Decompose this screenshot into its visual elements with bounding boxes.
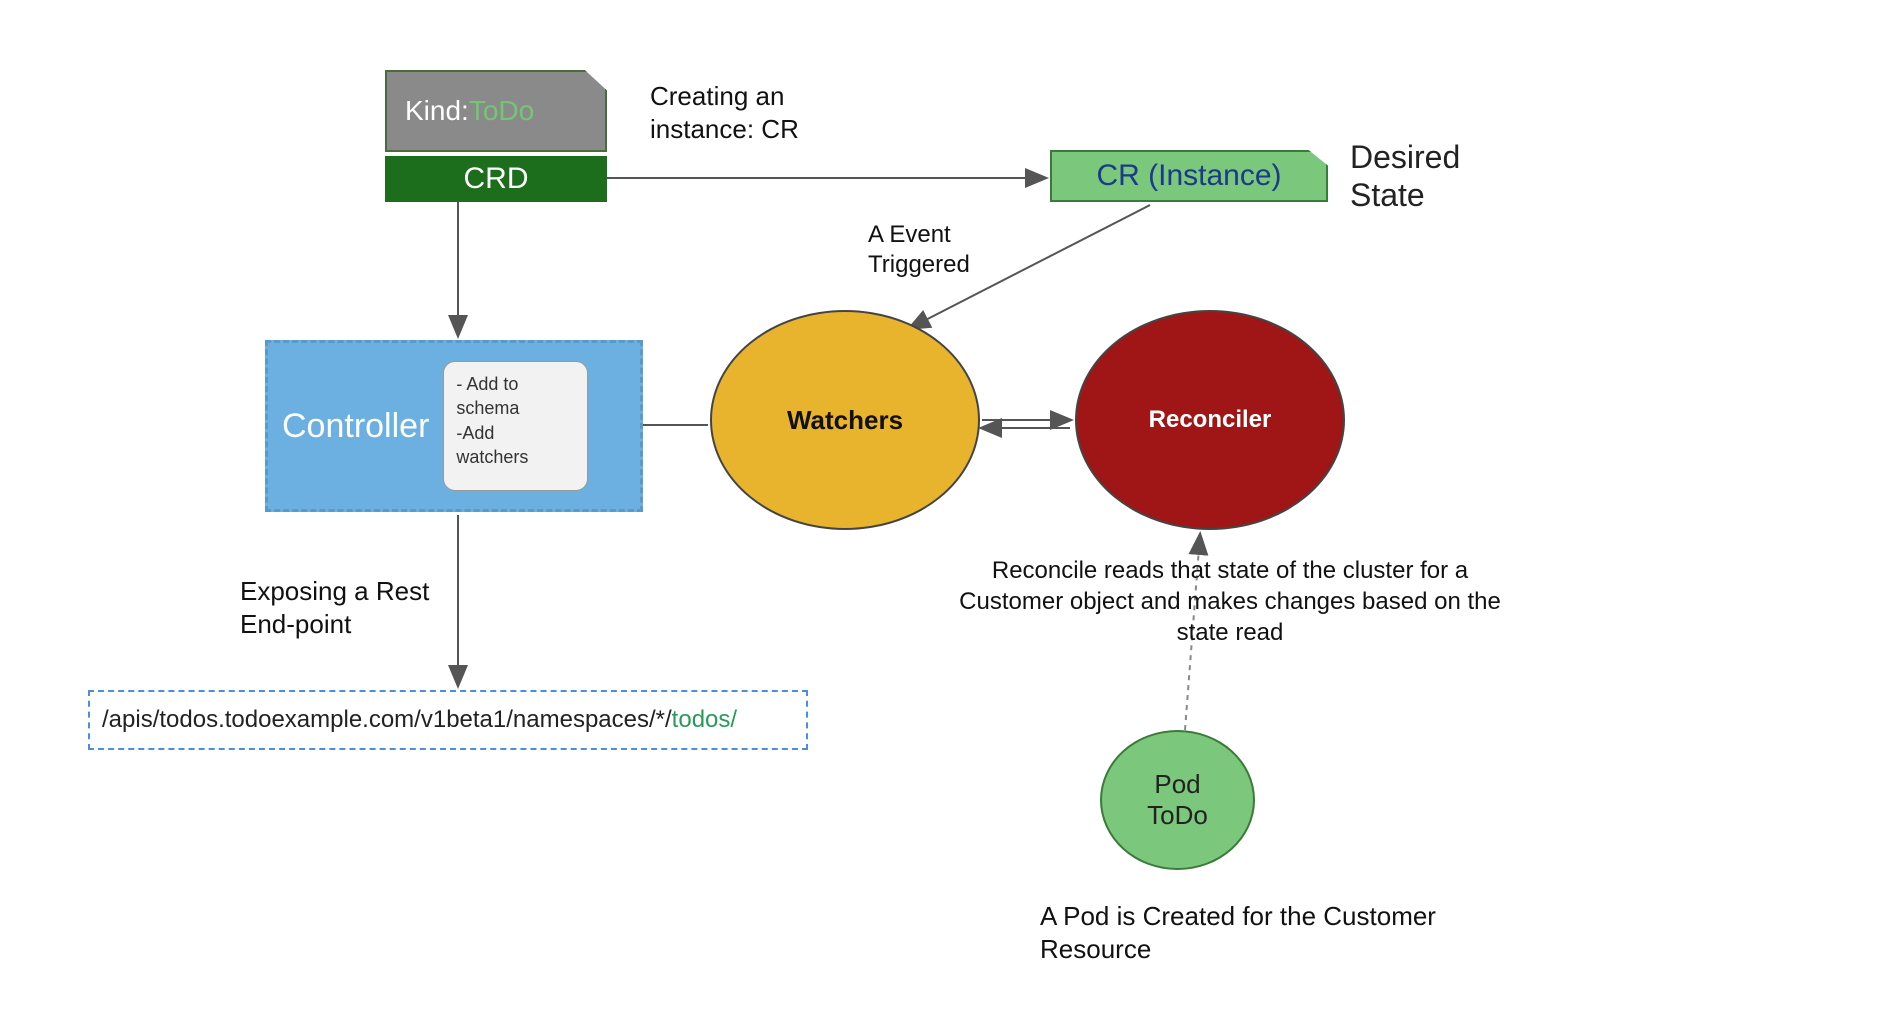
desired-state-label: Desired State — [1350, 138, 1460, 215]
event-triggered-label: A Event Triggered — [868, 220, 970, 280]
crd-label: CRD — [464, 162, 529, 196]
diagram-canvas: Kind: ToDo CRD CR (Instance) Desired Sta… — [70, 50, 1830, 970]
kind-value: ToDo — [469, 95, 534, 127]
controller-title: Controller — [282, 407, 429, 446]
reconciler-ellipse: Reconciler — [1075, 310, 1345, 530]
reconciler-label: Reconciler — [1149, 406, 1272, 434]
cr-instance-box: CR (Instance) — [1050, 150, 1328, 202]
crd-box: CRD — [385, 156, 607, 202]
pod-note-label: A Pod is Created for the Customer Resour… — [1040, 900, 1436, 965]
creating-instance-label: Creating an instance: CR — [650, 80, 799, 145]
cr-instance-label: CR (Instance) — [1096, 159, 1281, 193]
pod-ellipse: Pod ToDo — [1100, 730, 1255, 870]
controller-notes: - Add to schema -Add watchers — [443, 361, 588, 491]
api-path-suffix: todos/ — [672, 706, 737, 734]
exposing-rest-label: Exposing a Rest End-point — [240, 575, 429, 640]
kind-key: Kind: — [405, 95, 469, 127]
watchers-ellipse: Watchers — [710, 310, 980, 530]
watchers-label: Watchers — [787, 405, 903, 436]
reconcile-description: Reconcile reads that state of the cluste… — [950, 555, 1510, 649]
api-path-prefix: /apis/todos.todoexample.com/v1beta1/name… — [102, 706, 672, 734]
kind-box: Kind: ToDo — [385, 70, 607, 152]
pod-line1: Pod — [1147, 769, 1208, 800]
api-endpoint-box: /apis/todos.todoexample.com/v1beta1/name… — [88, 690, 808, 750]
controller-box: Controller - Add to schema -Add watchers — [265, 340, 643, 512]
pod-line2: ToDo — [1147, 800, 1208, 831]
